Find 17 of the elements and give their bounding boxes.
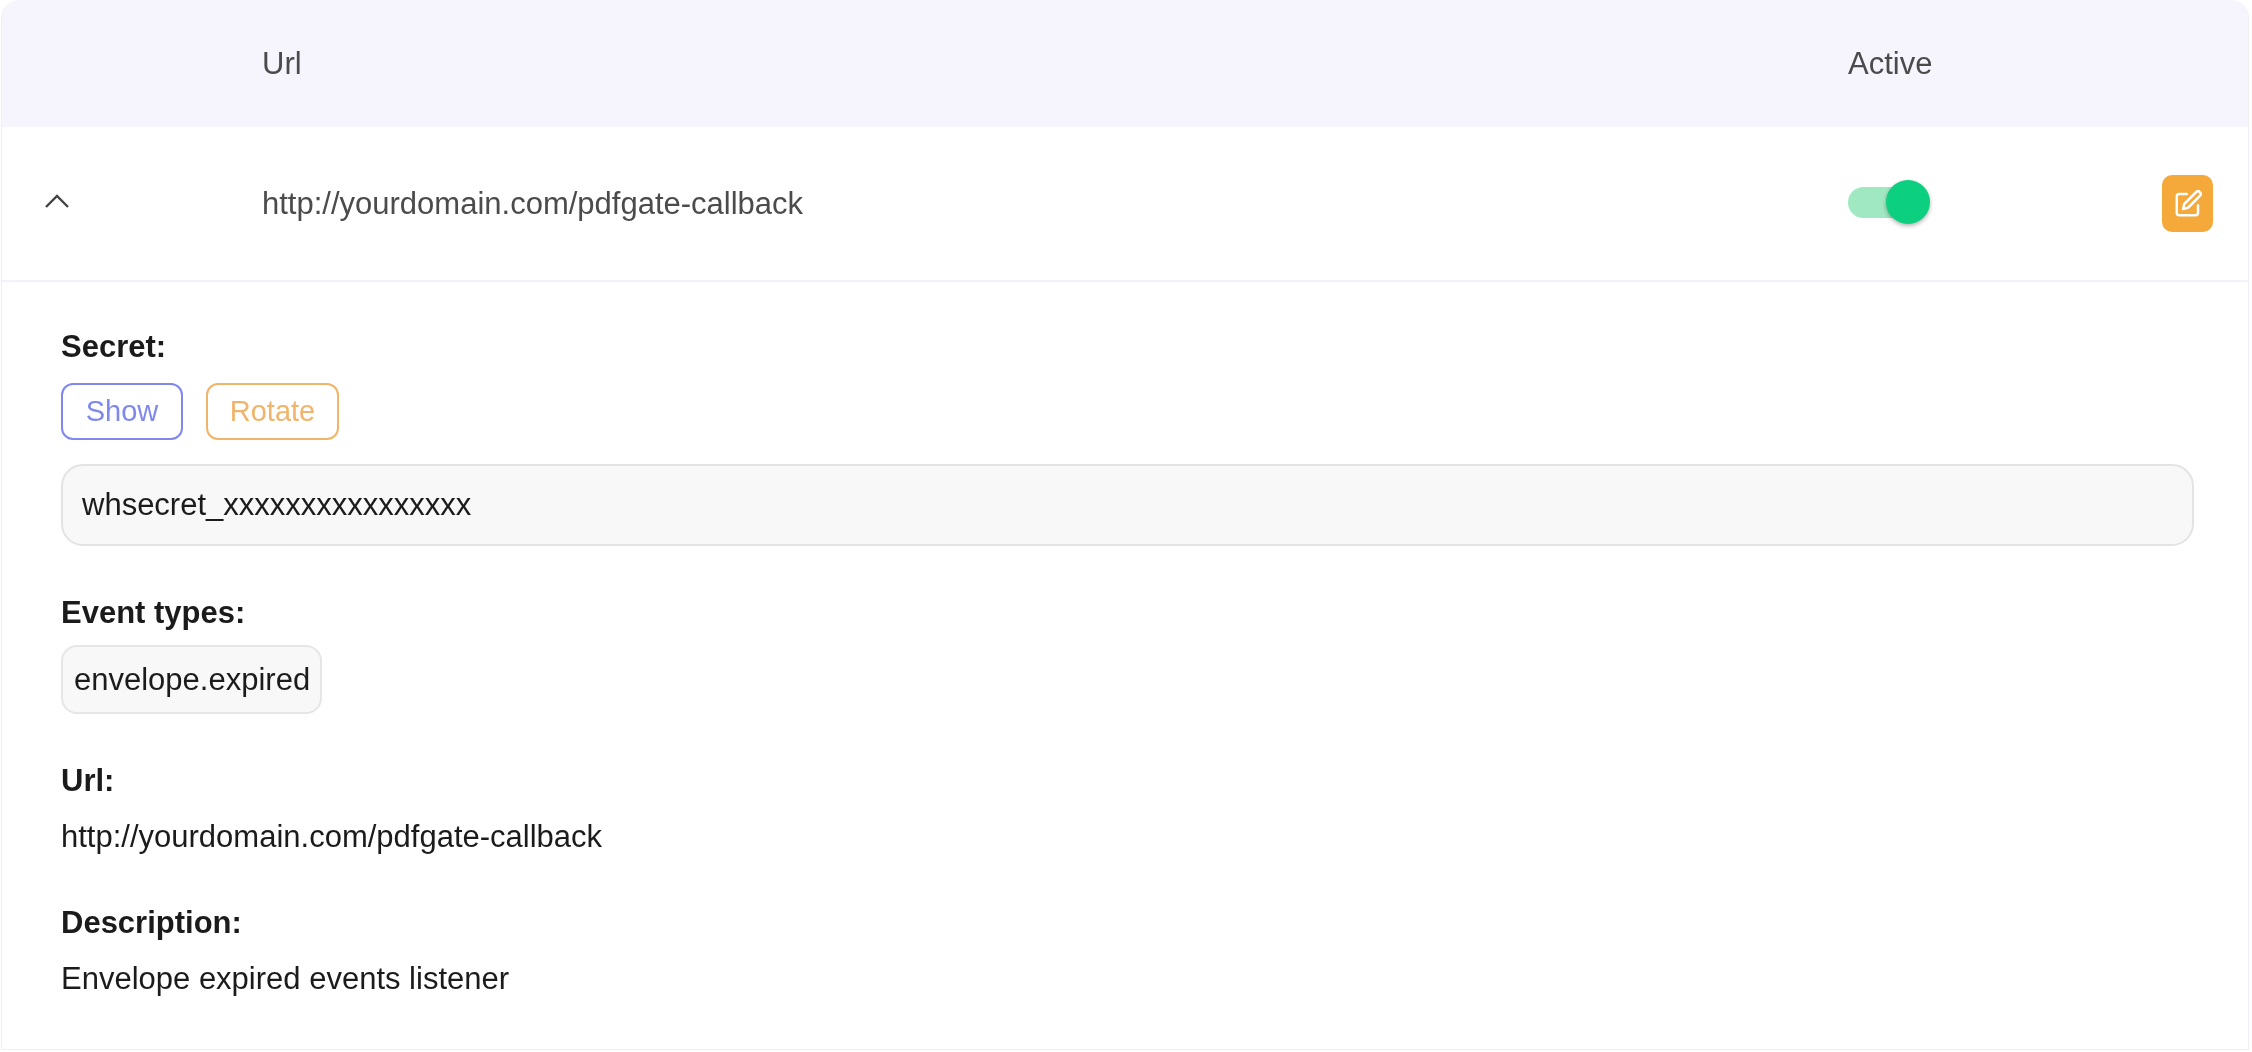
edit-button[interactable]	[2162, 175, 2213, 232]
show-button[interactable]: Show	[61, 383, 183, 440]
url-value: http://yourdomain.com/pdfgate-callback	[61, 818, 604, 856]
description-text: Envelope expired events listener	[61, 960, 511, 998]
edit-icon	[2172, 188, 2203, 219]
field-label: Event types:	[61, 594, 247, 632]
rotate-button[interactable]: Rotate	[206, 383, 339, 440]
url-text: http://yourdomain.com/pdfgate-callback	[262, 185, 804, 221]
active-toggle[interactable]	[1848, 178, 1932, 225]
chevron-up-icon[interactable]	[44, 192, 70, 209]
column-header: Active	[1848, 45, 1933, 81]
secret-field[interactable]: whsecret_xxxxxxxxxxxxxxxx	[61, 464, 2194, 546]
event-type-tag: envelope.expired	[61, 645, 323, 714]
column-header: Url	[262, 45, 302, 81]
field-label: Url:	[61, 762, 116, 800]
field-label: Secret:	[61, 328, 168, 366]
field-label: Description:	[61, 904, 243, 942]
